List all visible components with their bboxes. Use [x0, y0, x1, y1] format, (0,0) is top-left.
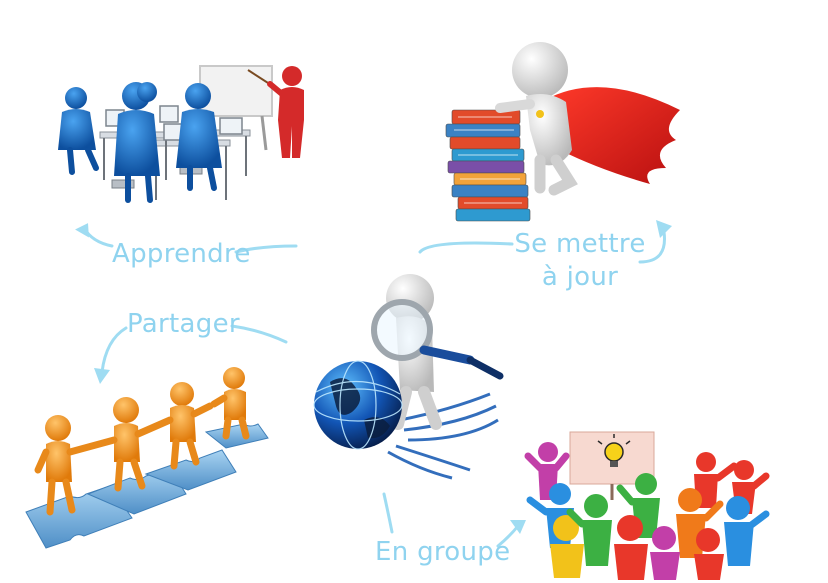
label-se-mettre-a-jour: Se mettre à jour — [512, 228, 648, 293]
diagram-graphics — [25, 42, 770, 580]
arrowhead-apprendre — [75, 223, 89, 238]
label-partager: Partager — [127, 309, 240, 339]
arrow-partager — [230, 324, 288, 344]
arrow-mettre-a-jour — [418, 241, 514, 254]
superhero-books-illustration — [445, 42, 680, 222]
classroom-illustration — [58, 65, 304, 203]
arrow-en-groupe — [382, 492, 394, 534]
arrowhead-partager — [94, 368, 110, 384]
arrow-partager-tail — [100, 326, 128, 374]
globe-magnifier-illustration — [313, 274, 504, 480]
learning-cycle-diagram: Apprendre Se mettre à jour Partager En g… — [0, 0, 828, 583]
label-se-mettre-a-jour-line2: à jour — [541, 261, 619, 292]
group-idea-illustration — [524, 431, 770, 580]
label-en-groupe: En groupe — [375, 537, 511, 567]
puzzle-sharing-illustration — [25, 367, 269, 549]
label-se-mettre-a-jour-line1: Se mettre — [514, 229, 646, 259]
label-apprendre: Apprendre — [112, 239, 251, 269]
